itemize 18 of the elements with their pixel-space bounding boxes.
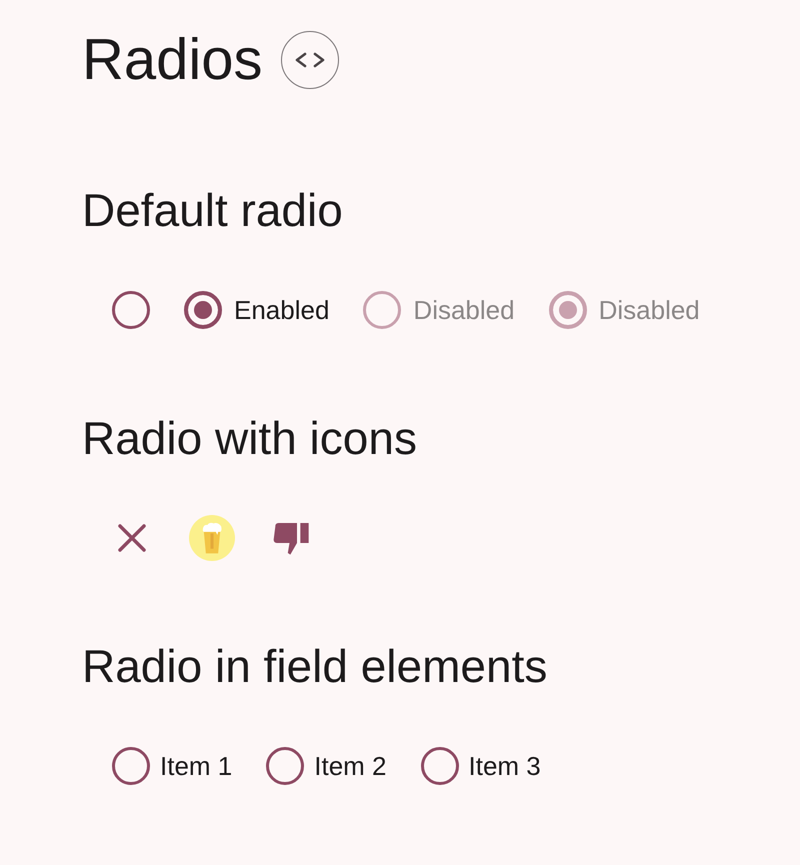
code-icon bbox=[294, 52, 326, 68]
section-heading: Default radio bbox=[82, 184, 343, 236]
radio-button[interactable] bbox=[420, 747, 458, 785]
radio-button[interactable] bbox=[266, 747, 304, 785]
radio-label: Item 1 bbox=[160, 750, 232, 782]
radio-label: Disabled bbox=[413, 294, 515, 326]
radio-label: Item 2 bbox=[314, 750, 386, 782]
close-icon[interactable] bbox=[116, 522, 148, 554]
radio-label: Item 3 bbox=[468, 750, 541, 782]
radio-button[interactable] bbox=[112, 747, 150, 785]
radio-button[interactable] bbox=[184, 291, 222, 329]
view-code-button[interactable] bbox=[280, 31, 339, 89]
radio-label: Enabled bbox=[234, 294, 330, 326]
page-title: Radios bbox=[82, 28, 263, 92]
section-heading: Radio in field elements bbox=[82, 640, 548, 692]
radio-label: Disabled bbox=[598, 294, 700, 326]
radio-button[interactable] bbox=[112, 291, 150, 329]
section-heading: Radio with icons bbox=[82, 412, 417, 464]
